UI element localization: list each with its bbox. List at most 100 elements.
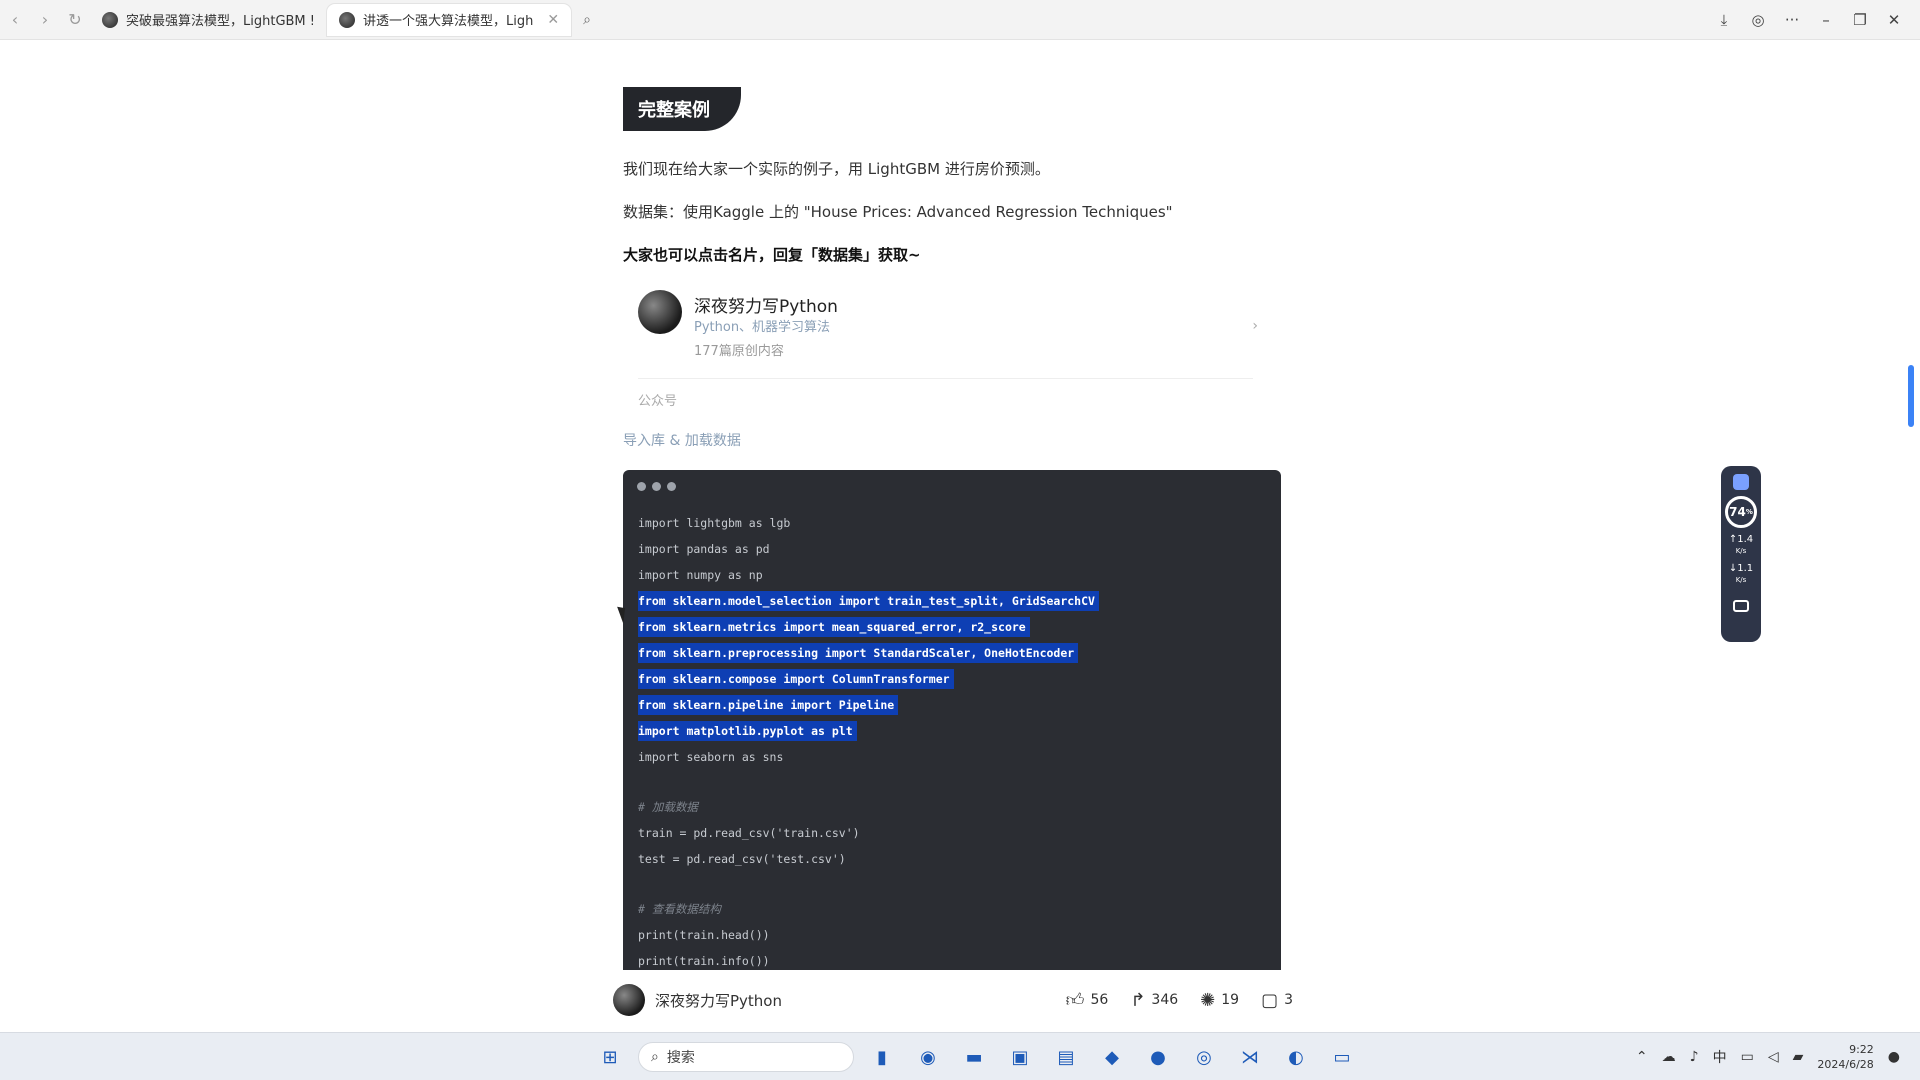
avatar — [638, 290, 682, 334]
taskbar-apps: ⊞ ⌕ 搜索 ▮ ◉ ▬ ▣ ▤ ◆ ● ◎ ⋊ ◐ ▭ — [592, 1039, 1360, 1075]
stats: 👍︎ 56 ↱ 346 ✺ 19 ▢ 3 — [1066, 989, 1293, 1012]
code-line-selected: from sklearn.model_selection import trai… — [638, 588, 1099, 614]
like-button[interactable]: 👍︎ 56 — [1066, 989, 1109, 1011]
scrollbar[interactable] — [1908, 365, 1914, 427]
chevron-up-icon[interactable]: ⌃ — [1636, 1049, 1648, 1065]
code-line-selected: from sklearn.compose import ColumnTransf… — [638, 666, 1099, 692]
screenshot-icon[interactable] — [1733, 600, 1749, 612]
favicon-icon — [339, 11, 355, 28]
get-data-paragraph: 大家也可以点击名片，回复「数据集」获取~ — [623, 246, 921, 264]
clock-date: 2024/6/28 — [1817, 1058, 1874, 1071]
share-icon: ↱ — [1130, 989, 1146, 1011]
dataset-paragraph: 数据集：使用Kaggle 上的 "House Prices: Advanced … — [623, 203, 1173, 221]
code-line-selected: from sklearn.metrics import mean_squared… — [638, 614, 1099, 640]
cloud-icon[interactable]: ☁ — [1662, 1049, 1676, 1065]
code-line-selected: import matplotlib.pyplot as plt — [638, 718, 1099, 744]
minimize-icon[interactable]: – — [1814, 11, 1838, 29]
reload-button[interactable]: ↻ — [60, 5, 90, 35]
tab-title: 突破最强算法模型，LightGBM ! — [126, 14, 315, 29]
account-tags: Python、机器学习算法 — [694, 320, 831, 335]
like-count: 56 — [1090, 992, 1109, 1008]
share-count: 346 — [1151, 992, 1179, 1008]
edge-icon[interactable]: ◉ — [910, 1039, 946, 1075]
code-block: import lightgbm as lgb import pandas as … — [623, 470, 1281, 970]
code-line-selected: from sklearn.pipeline import Pipeline — [638, 692, 1099, 718]
download-speed: ↓1.1 K/s — [1728, 563, 1754, 584]
start-icon[interactable]: ⊞ — [592, 1039, 628, 1075]
code-line: train = pd.read_csv('train.csv') — [638, 826, 860, 840]
favicon-icon — [102, 11, 118, 28]
forward-button[interactable]: › — [30, 5, 60, 35]
code-line: print(train.head()) — [638, 928, 770, 942]
battery-icon[interactable]: ▰ — [1793, 1049, 1804, 1065]
upload-speed: ↑1.4 K/s — [1728, 534, 1754, 555]
taskbar-search[interactable]: ⌕ 搜索 — [638, 1042, 854, 1072]
code-blank — [638, 872, 1099, 896]
account-card[interactable]: 深夜努力写Python Python、机器学习算法 177篇原创内容 › 公众号 — [638, 290, 1268, 420]
network-icon[interactable]: ▬ — [956, 1039, 992, 1075]
remote-desktop-icon[interactable]: ▭ — [1324, 1039, 1360, 1075]
clock[interactable]: 9:22 2024/6/28 — [1817, 1042, 1873, 1072]
shield-icon — [1733, 474, 1749, 490]
mic-icon[interactable]: ♪ — [1690, 1049, 1699, 1065]
browser-icon[interactable]: ◐ — [1278, 1039, 1314, 1075]
tab-title: 讲透一个强大算法模型，Ligh — [363, 14, 534, 29]
share-button[interactable]: ↱ 346 — [1130, 990, 1178, 1011]
code-lines[interactable]: import lightgbm as lgb import pandas as … — [638, 510, 1099, 970]
code-line: import pandas as pd — [638, 542, 770, 556]
favorite-icon: ✺ — [1200, 989, 1216, 1011]
more-icon[interactable]: ··· — [1780, 11, 1804, 29]
search-label: 搜索 — [666, 1050, 695, 1066]
github-icon[interactable]: ● — [1140, 1039, 1176, 1075]
code-line-selected: from sklearn.preprocessing import Standa… — [638, 640, 1099, 666]
thumbs-up-icon: 👍︎ — [1065, 990, 1085, 1011]
system-monitor-widget[interactable]: 74% ↑1.4 K/s ↓1.1 K/s — [1721, 466, 1761, 642]
favorite-count: 19 — [1221, 992, 1240, 1008]
code-line: import numpy as np — [638, 568, 763, 582]
tab-2[interactable]: 讲透一个强大算法模型，Ligh ✕ — [327, 3, 572, 36]
tab-1[interactable]: 突破最强算法模型，LightGBM ! — [90, 4, 327, 36]
account-count: 177篇原创内容 — [694, 344, 784, 359]
chevron-right-icon: › — [1252, 318, 1258, 334]
intro-paragraph: 我们现在给大家一个实际的例子，用 LightGBM 进行房价预测。 — [623, 160, 1050, 178]
desktop-icon[interactable]: ▮ — [864, 1039, 900, 1075]
system-tray: ⌃ ☁ ♪ 中 ▭ ◁ ▰ 9:22 2024/6/28 ● — [1636, 1039, 1900, 1075]
close-window-icon[interactable]: ✕ — [1882, 11, 1906, 29]
display-icon[interactable]: ▭ — [1741, 1049, 1754, 1065]
code-line: import lightgbm as lgb — [638, 516, 791, 530]
vscode-icon[interactable]: ⋊ — [1232, 1039, 1268, 1075]
divider — [638, 378, 1253, 379]
article-actionbar: 深夜努力写Python 👍︎ 56 ↱ 346 ✺ 19 ▢ 3 — [613, 980, 1293, 1020]
folder-icon[interactable]: ▤ — [1048, 1039, 1084, 1075]
favorite-button[interactable]: ✺ 19 — [1200, 990, 1239, 1011]
chrome-icon[interactable]: ◎ — [1186, 1039, 1222, 1075]
app-icon[interactable]: ◆ — [1094, 1039, 1130, 1075]
code-line: import seaborn as sns — [638, 750, 784, 764]
section-title: 完整案例 — [623, 87, 741, 131]
search-tab-icon[interactable]: ⌕ — [583, 12, 591, 28]
comment-count: 3 — [1284, 992, 1293, 1008]
account-name: 深夜努力写Python — [694, 297, 838, 317]
code-blank — [638, 770, 1099, 794]
subheading: 导入库 & 加载数据 — [623, 433, 741, 449]
browser-tabstrip: ‹ › ↻ 突破最强算法模型，LightGBM ! 讲透一个强大算法模型，Lig… — [0, 0, 1920, 40]
memory-usage: 74% — [1725, 496, 1757, 528]
globe-icon[interactable]: ◎ — [1746, 11, 1770, 29]
clock-time: 9:22 — [1849, 1043, 1874, 1056]
author-name[interactable]: 深夜努力写Python — [655, 990, 782, 1011]
code-line: test = pd.read_csv('test.csv') — [638, 852, 846, 866]
author-avatar[interactable] — [613, 984, 645, 1016]
notification-icon[interactable]: ● — [1888, 1049, 1900, 1065]
window-controls: ⤓ ◎ ··· – ❐ ✕ — [1712, 11, 1920, 29]
terminal-icon[interactable]: ▣ — [1002, 1039, 1038, 1075]
volume-icon[interactable]: ◁ — [1768, 1049, 1779, 1065]
restore-icon[interactable]: ❐ — [1848, 11, 1872, 29]
back-button[interactable]: ‹ — [0, 5, 30, 35]
comment-icon: ▢ — [1261, 989, 1279, 1011]
download-icon[interactable]: ⤓ — [1712, 11, 1736, 29]
code-line: print(train.info()) — [638, 954, 770, 968]
comment-button[interactable]: ▢ 3 — [1261, 990, 1293, 1011]
tab-close-icon[interactable]: ✕ — [547, 12, 559, 28]
ime-indicator[interactable]: 中 — [1713, 1047, 1727, 1067]
search-icon: ⌕ — [651, 1049, 659, 1065]
